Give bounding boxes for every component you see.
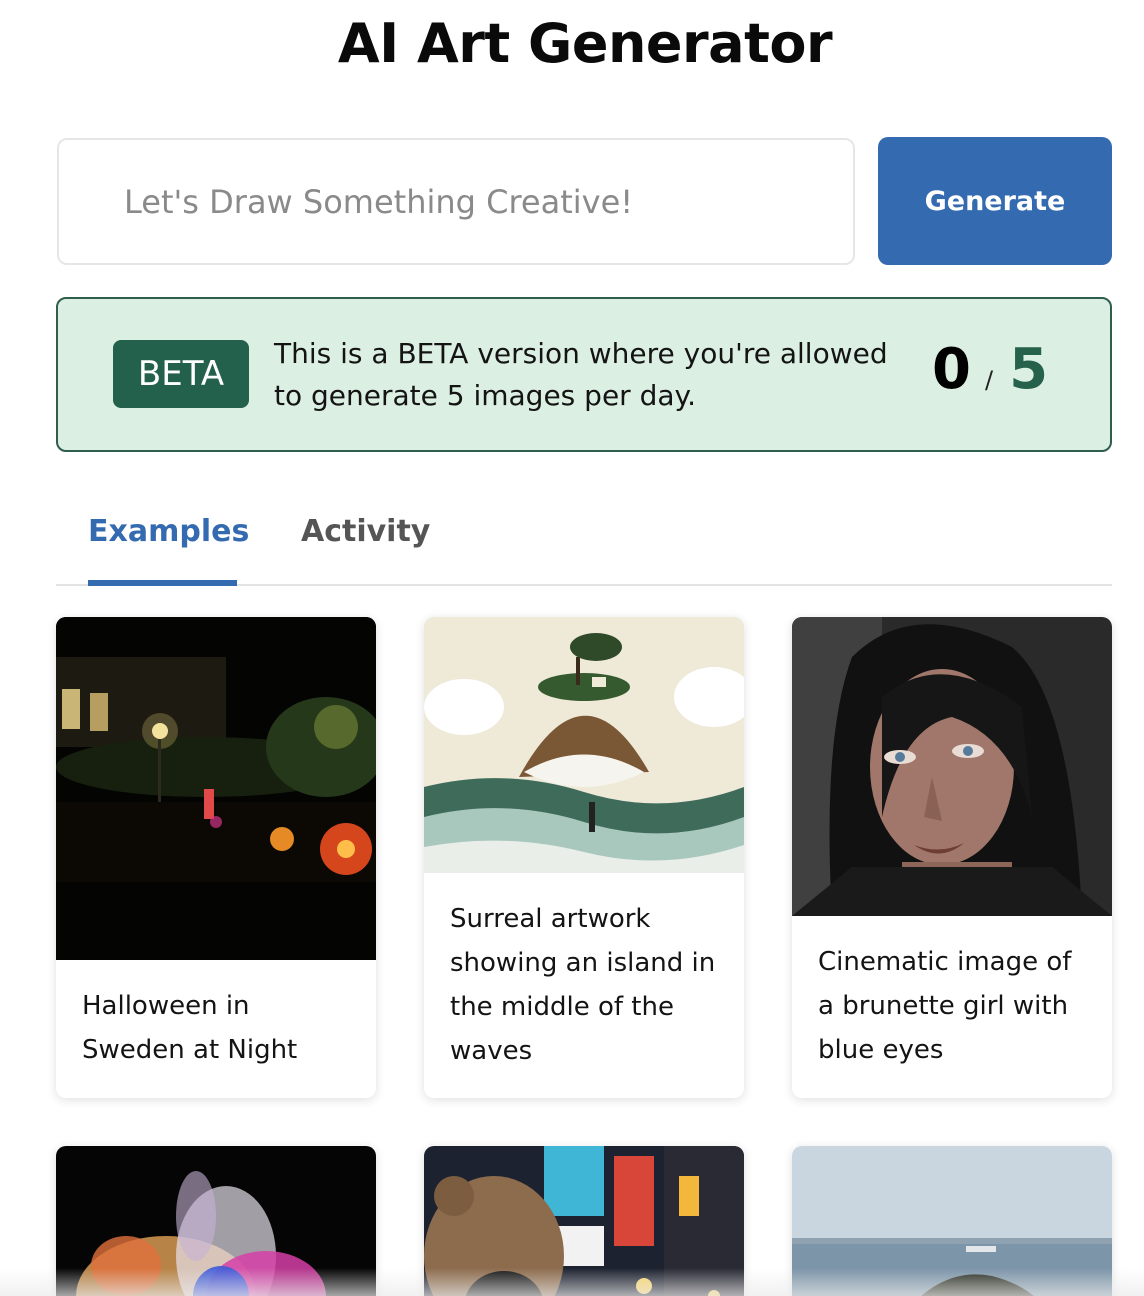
example-card[interactable]: Halloween in Sweden at Night — [56, 617, 376, 1098]
example-card[interactable]: Cinematic image of a brunette girl with … — [792, 617, 1112, 1098]
beta-message: This is a BETA version where you're allo… — [274, 337, 888, 412]
usage-separator: / — [984, 366, 994, 394]
example-caption: Cinematic image of a brunette girl with … — [818, 947, 1072, 1065]
surreal-island-waves-image — [424, 617, 744, 873]
usage-limit: 5 — [1009, 337, 1049, 402]
generate-button[interactable]: Generate — [878, 137, 1112, 265]
beta-notice: BETA This is a BETA version where you're… — [56, 297, 1112, 452]
active-tab-indicator — [88, 580, 237, 586]
tab-examples[interactable]: Examples — [88, 514, 249, 549]
page-title: AI Art Generator — [337, 12, 833, 75]
prompt-field[interactable] — [57, 138, 855, 265]
example-card[interactable]: Surreal artwork showing an island in the… — [424, 617, 744, 1098]
beta-badge: BETA — [113, 340, 249, 408]
night-garden-pumpkins-image — [56, 617, 376, 960]
example-caption: Halloween in Sweden at Night — [82, 991, 298, 1065]
tab-bar: Examples Activity — [56, 500, 1112, 586]
usage-counter: 0 / 5 — [932, 337, 1048, 417]
bottom-fade — [0, 1268, 1144, 1296]
prompt-input[interactable] — [124, 182, 853, 221]
usage-used: 0 — [932, 337, 971, 402]
example-caption: Surreal artwork showing an island in the… — [450, 904, 716, 1066]
brunette-portrait-image — [792, 617, 1112, 916]
tab-activity[interactable]: Activity — [301, 514, 430, 549]
